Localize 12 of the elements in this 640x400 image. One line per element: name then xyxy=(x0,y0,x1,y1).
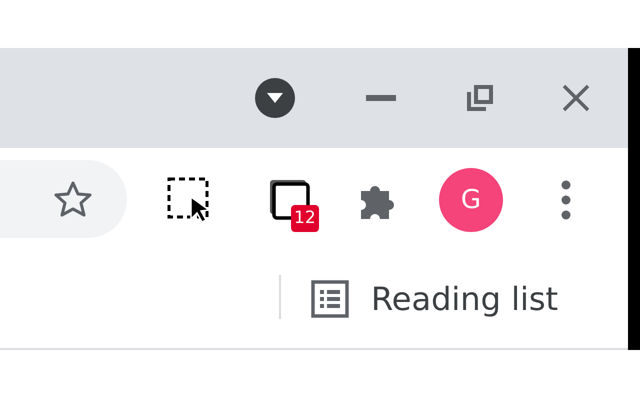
tab-count-badge: 12 xyxy=(291,205,319,232)
minimize-icon xyxy=(366,94,396,102)
address-bar[interactable] xyxy=(0,160,127,238)
caret-icon xyxy=(254,77,296,119)
profile-avatar[interactable]: G xyxy=(439,168,503,232)
menu-icon xyxy=(561,180,571,220)
restore-icon xyxy=(465,83,495,113)
close-icon xyxy=(562,84,590,112)
star-icon[interactable] xyxy=(53,180,93,218)
tabs-button[interactable]: 12 xyxy=(260,170,320,230)
reading-list-button[interactable]: Reading list xyxy=(297,271,566,327)
list-icon xyxy=(311,280,349,318)
